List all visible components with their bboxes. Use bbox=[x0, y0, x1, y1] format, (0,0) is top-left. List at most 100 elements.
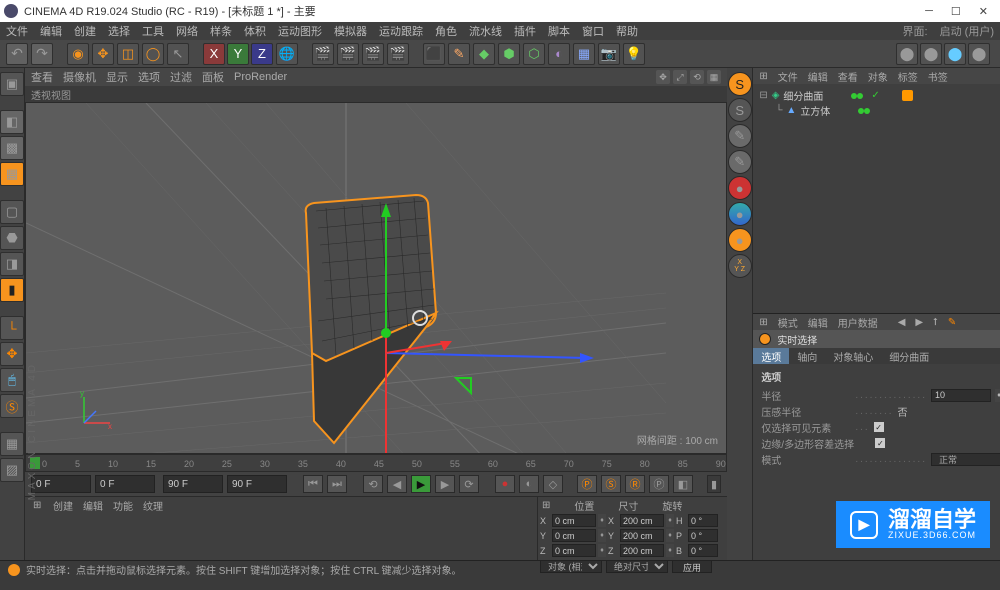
polygon-mode-button[interactable]: ▮ bbox=[0, 278, 24, 302]
step-back-button[interactable]: ◀ bbox=[387, 475, 407, 493]
lock-y-button[interactable]: Y bbox=[227, 43, 249, 65]
menu-tracking[interactable]: 运动跟踪 bbox=[379, 23, 423, 39]
coord-system-button[interactable]: 🌐 bbox=[276, 43, 298, 65]
pos-z-field[interactable] bbox=[552, 544, 596, 557]
maximize-button[interactable]: ☐ bbox=[951, 5, 961, 18]
attr-nav-up[interactable]: ⭡ bbox=[933, 317, 938, 328]
attr-nav-back[interactable]: ◀ bbox=[898, 317, 906, 328]
palette-btn-1[interactable]: ⬤ bbox=[896, 43, 918, 65]
size-y-field[interactable] bbox=[620, 529, 664, 542]
close-button[interactable]: ✕ bbox=[979, 5, 988, 18]
key-param-button[interactable]: Ⓟ bbox=[649, 475, 669, 493]
tree-row-cube[interactable]: └▲ 立方体 bbox=[759, 103, 1000, 118]
obj-menu-file[interactable]: 文件 bbox=[778, 69, 798, 84]
menu-help[interactable]: 帮助 bbox=[616, 23, 638, 39]
attr-nav-fwd[interactable]: ▶ bbox=[915, 317, 923, 328]
menu-file[interactable]: 文件 bbox=[6, 23, 28, 39]
mat-menu-create[interactable]: 创建 bbox=[53, 498, 73, 513]
key-rot-button[interactable]: Ⓡ bbox=[625, 475, 645, 493]
render-region-button[interactable]: 🎬 bbox=[337, 43, 359, 65]
add-cube-button[interactable]: ⬛ bbox=[423, 43, 445, 65]
vp-menu-options[interactable]: 选项 bbox=[138, 69, 160, 85]
subtab-axis[interactable]: 轴向 bbox=[789, 348, 825, 364]
frame-current-field[interactable] bbox=[95, 475, 155, 493]
rot-p-field[interactable] bbox=[688, 529, 718, 542]
palette-btn-3[interactable]: ⬤ bbox=[944, 43, 966, 65]
add-light-button[interactable]: 💡 bbox=[623, 43, 645, 65]
phong-tag-icon[interactable] bbox=[902, 90, 913, 101]
next-key-button[interactable]: ⟳ bbox=[459, 475, 479, 493]
pos-x-field[interactable] bbox=[552, 514, 596, 527]
obj-menu-edit[interactable]: 编辑 bbox=[808, 69, 828, 84]
last-tool[interactable]: ↖ bbox=[167, 43, 189, 65]
model-mode-button[interactable]: ◧ bbox=[0, 110, 24, 134]
menu-plugins[interactable]: 插件 bbox=[514, 23, 536, 39]
minimize-button[interactable]: ─ bbox=[925, 5, 933, 18]
vp-nav-pan-icon[interactable]: ✥ bbox=[656, 70, 670, 84]
tree-row-subdiv[interactable]: ⊟◈ 细分曲面 ✓ bbox=[759, 88, 1000, 103]
subtab-sds[interactable]: 细分曲面 bbox=[881, 348, 937, 364]
coord-size-select[interactable]: 绝对尺寸 bbox=[606, 560, 668, 573]
planar-workplane-button[interactable]: ▨ bbox=[0, 458, 24, 482]
live-select-tool[interactable]: ◉ bbox=[67, 43, 89, 65]
marker-button[interactable]: ▮ bbox=[707, 475, 721, 493]
coord-mode-select[interactable]: 对象 (相对) bbox=[540, 560, 602, 573]
obj-menu-obj[interactable]: 对象 bbox=[868, 69, 888, 84]
menu-select[interactable]: 选择 bbox=[108, 23, 130, 39]
render-settings-button[interactable]: 🎬 bbox=[387, 43, 409, 65]
snap-3d-button[interactable]: S bbox=[728, 98, 752, 122]
menu-character[interactable]: 角色 bbox=[435, 23, 457, 39]
timeline-ruler[interactable]: 0510 152025 303540 455055 606570 758085 … bbox=[25, 454, 727, 472]
attr-menu-mode[interactable]: 模式 bbox=[778, 315, 798, 330]
frame-start-field[interactable] bbox=[31, 475, 91, 493]
snap-button[interactable]: Ⓢ bbox=[0, 394, 24, 418]
snap-2d-button[interactable]: ✎ bbox=[728, 124, 752, 148]
rot-h-field[interactable] bbox=[688, 514, 718, 527]
menu-window[interactable]: 窗口 bbox=[582, 23, 604, 39]
make-editable-button[interactable]: ▣ bbox=[0, 72, 24, 96]
menu-tools[interactable]: 工具 bbox=[142, 23, 164, 39]
snap-point-button[interactable]: ● bbox=[728, 176, 752, 200]
menu-spline[interactable]: 样条 bbox=[210, 23, 232, 39]
snap-enable-button[interactable]: S bbox=[728, 72, 752, 96]
add-generator-button[interactable]: ◆ bbox=[473, 43, 495, 65]
vp-menu-cameras[interactable]: 摄像机 bbox=[63, 69, 96, 85]
vp-menu-display[interactable]: 显示 bbox=[106, 69, 128, 85]
record-button[interactable]: ● bbox=[495, 475, 515, 493]
add-subdiv-button[interactable]: ⬢ bbox=[498, 43, 520, 65]
add-deformer-button[interactable]: ◐ bbox=[548, 43, 570, 65]
attr-mode-select[interactable]: 正常 bbox=[931, 453, 1000, 466]
mat-menu-tex[interactable]: 纹理 bbox=[143, 498, 163, 513]
vp-menu-prorender[interactable]: ProRender bbox=[234, 71, 287, 83]
render-view-button[interactable]: 🎬 bbox=[312, 43, 334, 65]
frame-end2-field[interactable] bbox=[227, 475, 287, 493]
workplane-button[interactable]: ▦ bbox=[0, 162, 24, 186]
coord-apply-button[interactable]: 应用 bbox=[672, 560, 712, 573]
attr-menu-userdata[interactable]: 用户数据 bbox=[838, 315, 878, 330]
subtab-objaxis[interactable]: 对象轴心 bbox=[825, 348, 881, 364]
rot-b-field[interactable] bbox=[688, 544, 718, 557]
keyframe-sel-button[interactable]: ◇ bbox=[543, 475, 563, 493]
key-scale-button[interactable]: Ⓢ bbox=[601, 475, 621, 493]
object-mode-button[interactable]: ▢ bbox=[0, 200, 24, 224]
vp-nav-layout-icon[interactable]: ▦ bbox=[707, 70, 721, 84]
rotate-tool[interactable]: ◯ bbox=[142, 43, 164, 65]
move-gizmo[interactable] bbox=[336, 193, 616, 454]
locked-workplane-button[interactable]: ▦ bbox=[0, 432, 24, 456]
frame-end1-field[interactable] bbox=[163, 475, 223, 493]
key-pla-button[interactable]: ◧ bbox=[673, 475, 693, 493]
menu-mograph[interactable]: 运动图形 bbox=[278, 23, 322, 39]
lock-x-button[interactable]: X bbox=[203, 43, 225, 65]
menu-simulate[interactable]: 模拟器 bbox=[334, 23, 367, 39]
redo-button[interactable]: ↷ bbox=[31, 43, 53, 65]
vp-menu-filter[interactable]: 过滤 bbox=[170, 69, 192, 85]
goto-start-button[interactable]: ⏮ bbox=[303, 475, 323, 493]
menu-pipeline[interactable]: 流水线 bbox=[469, 23, 502, 39]
edge-mode-button[interactable]: ◨ bbox=[0, 252, 24, 276]
add-environment-button[interactable]: ▦ bbox=[573, 43, 595, 65]
vp-menu-panel[interactable]: 面板 bbox=[202, 69, 224, 85]
mat-menu-func[interactable]: 功能 bbox=[113, 498, 133, 513]
lock-z-button[interactable]: Z bbox=[251, 43, 273, 65]
play-button[interactable]: ▶ bbox=[411, 475, 431, 493]
render-pv-button[interactable]: 🎬 bbox=[362, 43, 384, 65]
